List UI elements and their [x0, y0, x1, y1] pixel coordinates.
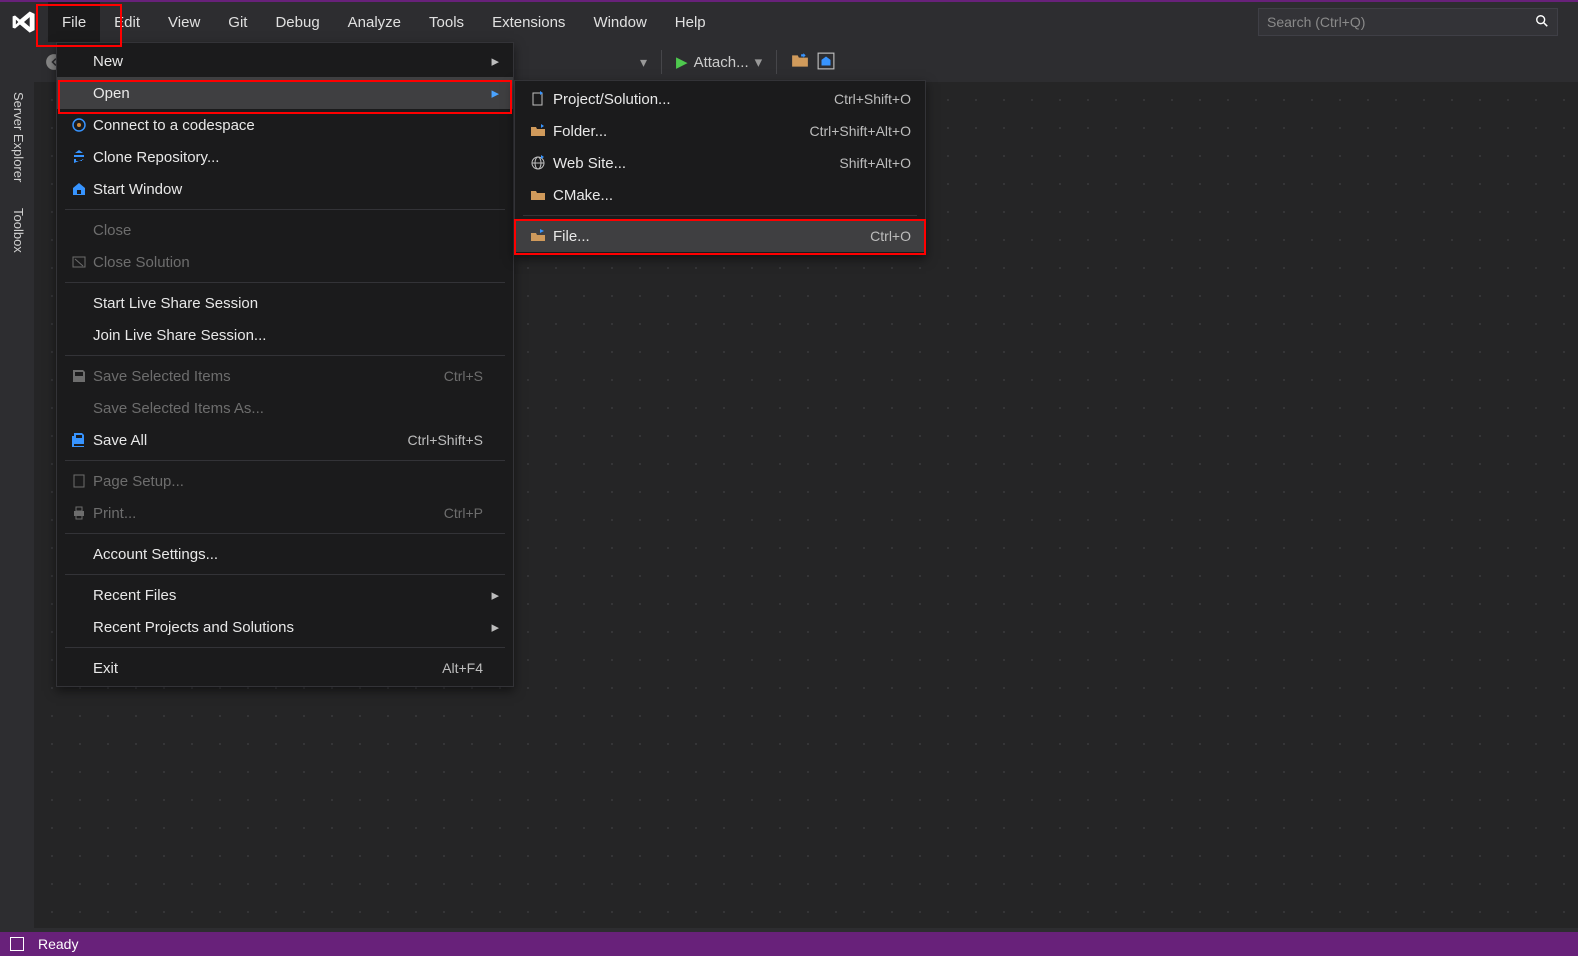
- dropdown-chevron-icon[interactable]: ▾: [640, 54, 647, 71]
- file-new[interactable]: New ▸: [57, 45, 513, 77]
- status-indicator-icon: [10, 937, 24, 951]
- page-icon: [65, 473, 93, 489]
- menu-file[interactable]: File: [48, 2, 100, 42]
- open-file[interactable]: File... Ctrl+O: [515, 220, 925, 252]
- search-icon: [1535, 14, 1549, 31]
- file-exit[interactable]: Exit Alt+F4: [57, 652, 513, 684]
- status-bar: Ready: [0, 932, 1578, 956]
- file-account-settings[interactable]: Account Settings...: [57, 538, 513, 570]
- home-toolbar-icon[interactable]: [817, 52, 835, 73]
- server-explorer-tab[interactable]: Server Explorer: [4, 84, 28, 190]
- file-save-selected-as: Save Selected Items As...: [57, 392, 513, 424]
- open-folder[interactable]: Folder... Ctrl+Shift+Alt+O: [515, 115, 925, 147]
- menu-bar: File Edit View Git Debug Analyze Tools E…: [0, 2, 1578, 42]
- file-open-submenu: Project/Solution... Ctrl+Shift+O Folder.…: [514, 80, 926, 255]
- menu-debug[interactable]: Debug: [261, 2, 333, 42]
- submenu-chevron-icon: ▸: [483, 618, 499, 636]
- menu-separator: [65, 355, 505, 356]
- visual-studio-logo-icon: [0, 2, 48, 42]
- file-join-liveshare[interactable]: Join Live Share Session...: [57, 319, 513, 351]
- attach-label: Attach...: [694, 54, 749, 71]
- file-start-window[interactable]: Start Window: [57, 173, 513, 205]
- menu-separator: [65, 209, 505, 210]
- menu-extensions[interactable]: Extensions: [478, 2, 579, 42]
- status-text: Ready: [38, 936, 78, 952]
- attach-debugger-button[interactable]: ▶ Attach... ▾: [676, 53, 762, 71]
- search-placeholder: Search (Ctrl+Q): [1267, 14, 1535, 30]
- open-folder-toolbar-icon[interactable]: [791, 52, 809, 73]
- file-print: Print... Ctrl+P: [57, 497, 513, 529]
- home-icon: [65, 181, 93, 197]
- toolbar-separator: [776, 50, 777, 74]
- submenu-chevron-icon: ▸: [483, 84, 499, 102]
- menu-separator: [65, 282, 505, 283]
- file-page-setup: Page Setup...: [57, 465, 513, 497]
- global-search-input[interactable]: Search (Ctrl+Q): [1258, 8, 1558, 36]
- menu-edit[interactable]: Edit: [100, 2, 154, 42]
- menu-analyze[interactable]: Analyze: [334, 2, 415, 42]
- save-icon: [65, 368, 93, 384]
- left-side-tabs: Server Explorer Toolbox: [4, 84, 28, 261]
- file-recent-files[interactable]: Recent Files ▸: [57, 579, 513, 611]
- close-solution-icon: [65, 254, 93, 270]
- open-project-solution[interactable]: Project/Solution... Ctrl+Shift+O: [515, 83, 925, 115]
- play-icon: ▶: [676, 53, 688, 71]
- menu-git[interactable]: Git: [214, 2, 261, 42]
- menu-window[interactable]: Window: [579, 2, 660, 42]
- file-recent-projects[interactable]: Recent Projects and Solutions ▸: [57, 611, 513, 643]
- file-open[interactable]: Open ▸: [57, 77, 513, 109]
- menu-tools[interactable]: Tools: [415, 2, 478, 42]
- print-icon: [65, 505, 93, 521]
- file-save-all[interactable]: Save All Ctrl+Shift+S: [57, 424, 513, 456]
- file-clone-repo[interactable]: Clone Repository...: [57, 141, 513, 173]
- folder-icon: [523, 123, 553, 139]
- menu-separator: [65, 460, 505, 461]
- project-icon: [523, 91, 553, 107]
- file-close-solution: Close Solution: [57, 246, 513, 278]
- dropdown-chevron-icon[interactable]: ▾: [755, 53, 763, 71]
- menu-view[interactable]: View: [154, 2, 214, 42]
- submenu-chevron-icon: ▸: [483, 586, 499, 604]
- menu-help[interactable]: Help: [661, 2, 720, 42]
- clone-icon: [65, 149, 93, 165]
- menu-separator: [65, 647, 505, 648]
- file-start-liveshare[interactable]: Start Live Share Session: [57, 287, 513, 319]
- open-file-icon: [523, 228, 553, 244]
- menu-separator: [65, 574, 505, 575]
- menu-separator: [523, 215, 917, 216]
- menu-separator: [65, 533, 505, 534]
- globe-icon: [523, 155, 553, 171]
- file-connect-codespace[interactable]: Connect to a codespace: [57, 109, 513, 141]
- open-website[interactable]: Web Site... Shift+Alt+O: [515, 147, 925, 179]
- file-save-selected: Save Selected Items Ctrl+S: [57, 360, 513, 392]
- save-all-icon: [65, 432, 93, 448]
- submenu-chevron-icon: ▸: [483, 52, 499, 70]
- file-menu-dropdown: New ▸ Open ▸ Connect to a codespace Clon…: [56, 42, 514, 687]
- toolbox-tab[interactable]: Toolbox: [4, 200, 28, 261]
- file-close: Close: [57, 214, 513, 246]
- folder-icon: [523, 187, 553, 203]
- codespace-icon: [65, 117, 93, 133]
- open-cmake[interactable]: CMake...: [515, 179, 925, 211]
- toolbar-separator: [661, 50, 662, 74]
